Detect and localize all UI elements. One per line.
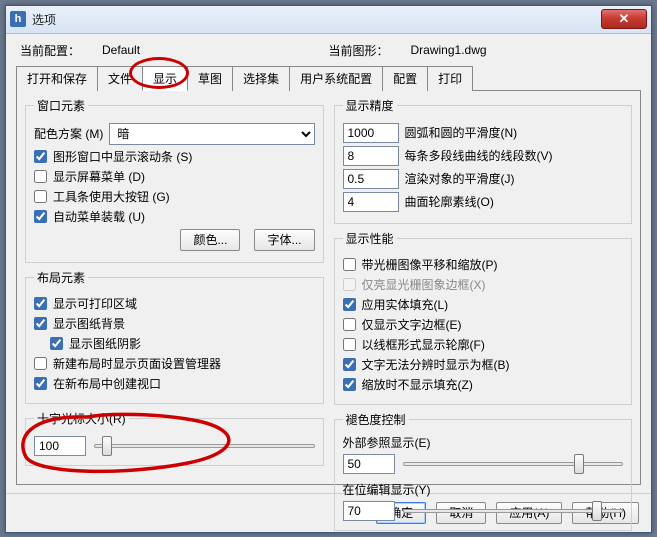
- color-scheme-select[interactable]: 暗: [109, 123, 314, 145]
- crosshair-size-input[interactable]: [34, 436, 86, 456]
- cb-highlight-raster-frame-input: [343, 278, 356, 291]
- tab-panel-wrap: 窗口元素 配色方案 (M) 暗 图形窗口中显示滚动条 (S) 显示屏幕菜单 (D…: [16, 91, 641, 485]
- app-icon: h: [10, 11, 26, 27]
- cb-show-paper-shadow-input[interactable]: [50, 337, 63, 350]
- tab-files[interactable]: 文件: [97, 66, 143, 91]
- cb-no-fill-on-zoom[interactable]: 缩放时不显示填充(Z): [343, 376, 624, 393]
- group-display-accuracy: 显示精度 圆弧和圆的平滑度(N) 每条多段线曲线的线段数(V) 渲染对象的平滑度…: [334, 97, 633, 224]
- legend-crosshair-size: 十字光标大小(R): [34, 410, 129, 427]
- cb-show-paper-bg[interactable]: 显示图纸背景: [34, 315, 315, 332]
- xref-display-label: 外部参照显示(E): [343, 434, 624, 451]
- window-title: 选项: [32, 11, 601, 28]
- group-fade-control: 褪色度控制 外部参照显示(E) 在位编辑显示(Y): [334, 411, 633, 531]
- content-area: 当前配置： Default 当前图形： Drawing1.dwg 打开和保存 文…: [6, 34, 651, 493]
- cb-apply-solid-fill[interactable]: 应用实体填充(L): [343, 296, 624, 313]
- cb-text-res-frame-input[interactable]: [343, 358, 356, 371]
- render-smoothness-label: 渲染对象的平滑度(J): [405, 170, 515, 187]
- color-scheme-label: 配色方案 (M): [34, 125, 103, 142]
- xref-display-slider[interactable]: [403, 453, 624, 475]
- cb-screen-menu[interactable]: 显示屏幕菜单 (D): [34, 168, 315, 185]
- legend-display-performance: 显示性能: [343, 230, 397, 247]
- arc-smoothness-label: 圆弧和圆的平滑度(N): [405, 124, 518, 141]
- cb-autoload-menu[interactable]: 自动菜单装载 (U): [34, 208, 315, 225]
- colors-button[interactable]: 颜色...: [180, 229, 240, 251]
- tab-plot[interactable]: 打印: [427, 66, 473, 91]
- left-column: 窗口元素 配色方案 (M) 暗 图形窗口中显示滚动条 (S) 显示屏幕菜单 (D…: [25, 97, 324, 478]
- slider-thumb[interactable]: [574, 454, 584, 474]
- arc-smoothness-input[interactable]: [343, 123, 399, 143]
- current-config-value: Default: [102, 43, 140, 57]
- cb-large-buttons[interactable]: 工具条使用大按钮 (G): [34, 188, 315, 205]
- cb-autoload-menu-input[interactable]: [34, 210, 47, 223]
- polyline-segs-input[interactable]: [343, 146, 399, 166]
- tab-panel-display: 窗口元素 配色方案 (M) 暗 图形窗口中显示滚动条 (S) 显示屏幕菜单 (D…: [16, 91, 641, 485]
- titlebar[interactable]: h 选项 ✕: [6, 6, 651, 34]
- group-crosshair-size: 十字光标大小(R): [25, 410, 324, 466]
- inplace-edit-input[interactable]: [343, 501, 395, 521]
- options-window: h 选项 ✕ 当前配置： Default 当前图形： Drawing1.dwg …: [5, 5, 652, 533]
- tab-selection[interactable]: 选择集: [232, 66, 290, 91]
- crosshair-size-slider[interactable]: [94, 435, 315, 457]
- cb-show-printable[interactable]: 显示可打印区域: [34, 295, 315, 312]
- surface-contours-input[interactable]: [343, 192, 399, 212]
- tab-display-label: 显示: [153, 72, 177, 86]
- slider-track: [403, 509, 624, 513]
- group-display-performance: 显示性能 带光栅图像平移和缩放(P) 仅亮显光栅图象边框(X) 应用实体填充(L…: [334, 230, 633, 405]
- close-button[interactable]: ✕: [601, 9, 647, 29]
- xref-display-input[interactable]: [343, 454, 395, 474]
- cb-apply-solid-fill-input[interactable]: [343, 298, 356, 311]
- cb-create-vp[interactable]: 在新布局中创建视口: [34, 375, 315, 392]
- cb-new-layout-psm-input[interactable]: [34, 357, 47, 370]
- slider-track: [94, 444, 315, 448]
- current-config-label: 当前配置：: [20, 42, 80, 59]
- cb-show-paper-shadow[interactable]: 显示图纸阴影: [50, 335, 315, 352]
- cb-show-printable-input[interactable]: [34, 297, 47, 310]
- polyline-segs-label: 每条多段线曲线的线段数(V): [405, 147, 553, 164]
- group-window-elements: 窗口元素 配色方案 (M) 暗 图形窗口中显示滚动条 (S) 显示屏幕菜单 (D…: [25, 97, 324, 263]
- legend-fade-control: 褪色度控制: [343, 411, 409, 428]
- tabstrip: 打开和保存 文件 显示 草图 选择集 用户系统配置 配置 打印: [16, 65, 641, 91]
- cb-large-buttons-input[interactable]: [34, 190, 47, 203]
- cb-wireframe-silhouette[interactable]: 以线框形式显示轮廓(F): [343, 336, 624, 353]
- cb-scrollbars-input[interactable]: [34, 150, 47, 163]
- cb-text-res-frame[interactable]: 文字无法分辨时显示为框(B): [343, 356, 624, 373]
- tab-display[interactable]: 显示: [142, 66, 188, 91]
- slider-thumb[interactable]: [592, 501, 602, 521]
- legend-display-accuracy: 显示精度: [343, 97, 397, 114]
- slider-thumb[interactable]: [102, 436, 112, 456]
- surface-contours-label: 曲面轮廓素线(O): [405, 193, 494, 210]
- cb-wireframe-silhouette-input[interactable]: [343, 338, 356, 351]
- group-layout-elements: 布局元素 显示可打印区域 显示图纸背景 显示图纸阴影 新建布局时显示页面设置管理…: [25, 269, 324, 404]
- cb-screen-menu-input[interactable]: [34, 170, 47, 183]
- cb-text-frame-only-input[interactable]: [343, 318, 356, 331]
- cb-pan-zoom-raster[interactable]: 带光栅图像平移和缩放(P): [343, 256, 624, 273]
- inplace-edit-slider[interactable]: [403, 500, 624, 522]
- cb-create-vp-input[interactable]: [34, 377, 47, 390]
- render-smoothness-input[interactable]: [343, 169, 399, 189]
- cb-pan-zoom-raster-input[interactable]: [343, 258, 356, 271]
- tab-profiles[interactable]: 配置: [382, 66, 428, 91]
- legend-window-elements: 窗口元素: [34, 97, 88, 114]
- right-column: 显示精度 圆弧和圆的平滑度(N) 每条多段线曲线的线段数(V) 渲染对象的平滑度…: [334, 97, 633, 478]
- fonts-button[interactable]: 字体...: [254, 229, 314, 251]
- current-drawing-label: 当前图形：: [329, 42, 389, 59]
- inplace-edit-label: 在位编辑显示(Y): [343, 481, 624, 498]
- cb-highlight-raster-frame: 仅亮显光栅图象边框(X): [343, 276, 624, 293]
- current-drawing-value: Drawing1.dwg: [411, 43, 487, 57]
- cb-scrollbars[interactable]: 图形窗口中显示滚动条 (S): [34, 148, 315, 165]
- cb-new-layout-psm[interactable]: 新建布局时显示页面设置管理器: [34, 355, 315, 372]
- slider-track: [403, 462, 624, 466]
- tab-open-save[interactable]: 打开和保存: [16, 66, 98, 91]
- cb-text-frame-only[interactable]: 仅显示文字边框(E): [343, 316, 624, 333]
- cb-no-fill-on-zoom-input[interactable]: [343, 378, 356, 391]
- tab-drafting[interactable]: 草图: [187, 66, 233, 91]
- legend-layout-elements: 布局元素: [34, 269, 88, 286]
- config-row: 当前配置： Default 当前图形： Drawing1.dwg: [16, 40, 641, 63]
- tab-user-prefs[interactable]: 用户系统配置: [289, 66, 383, 91]
- cb-show-paper-bg-input[interactable]: [34, 317, 47, 330]
